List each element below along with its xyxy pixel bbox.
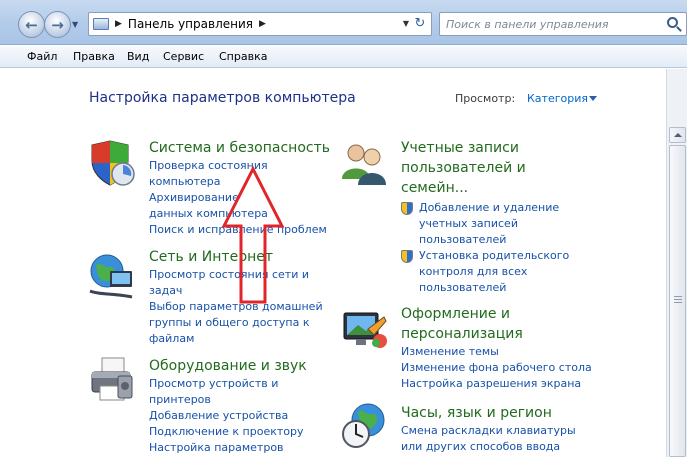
appearance-display-icon[interactable] bbox=[340, 305, 388, 353]
link-change-theme[interactable]: Изменение темы bbox=[401, 344, 601, 360]
search-icon[interactable] bbox=[667, 17, 678, 28]
clock-globe-icon[interactable] bbox=[340, 402, 388, 450]
system-security-shield-icon[interactable] bbox=[88, 139, 136, 187]
annotation-arrow-icon bbox=[221, 166, 285, 304]
category-appearance: Оформление и персонализация Изменение те… bbox=[401, 304, 601, 392]
category-title[interactable]: Оборудование и звук bbox=[149, 356, 339, 376]
refresh-icon[interactable]: ↻ bbox=[412, 16, 428, 32]
category-clock-language-region: Часы, язык и регион Смена раскладки клав… bbox=[401, 403, 601, 455]
recent-pages-dropdown[interactable]: ▼ bbox=[72, 20, 78, 29]
link-settings[interactable]: Настройка параметров bbox=[149, 440, 339, 456]
link-devices-printers[interactable]: Просмотр устройств и принтеров bbox=[149, 376, 284, 408]
vertical-scrollbar[interactable] bbox=[666, 69, 687, 457]
menu-bar: Файл Правка Вид Сервис Справка bbox=[0, 46, 687, 68]
link-add-remove-accounts[interactable]: Добавление и удаление учетных записей по… bbox=[401, 200, 581, 248]
link-label: Добавление и удаление учетных записей по… bbox=[419, 201, 560, 246]
search-input[interactable]: Поиск в панели управления bbox=[439, 12, 687, 36]
scroll-up-button[interactable] bbox=[669, 127, 686, 143]
link-homegroup[interactable]: Выбор параметров домашней группы и общег… bbox=[149, 299, 329, 347]
scroll-thumb[interactable] bbox=[669, 145, 686, 457]
link-screen-resolution[interactable]: Настройка разрешения экрана bbox=[401, 376, 601, 392]
category-hardware-sound: Оборудование и звук Просмотр устройств и… bbox=[149, 356, 339, 456]
breadcrumb-control-panel[interactable]: Панель управления bbox=[128, 17, 253, 31]
network-globe-icon[interactable] bbox=[88, 251, 136, 299]
navigation-bar: ← → ▼ ▶ Панель управления ▶ ▼ ↻ Поиск в … bbox=[0, 0, 687, 45]
back-arrow-icon[interactable]: ← bbox=[18, 11, 45, 38]
category-title[interactable]: Оформление и персонализация bbox=[401, 304, 541, 344]
menu-view[interactable]: Вид bbox=[127, 50, 149, 63]
uac-shield-icon bbox=[401, 202, 413, 215]
printer-icon[interactable] bbox=[88, 356, 136, 404]
category-title[interactable]: Система и безопасность bbox=[149, 138, 339, 158]
link-keyboard-layout[interactable]: Смена раскладки клавиатуры или других сп… bbox=[401, 423, 576, 455]
page-title: Настройка параметров компьютера bbox=[89, 90, 356, 106]
category-user-accounts: Учетные записи пользователей и семейн...… bbox=[401, 138, 581, 296]
menu-edit[interactable]: Правка bbox=[73, 50, 115, 63]
control-panel-icon bbox=[93, 18, 109, 30]
category-title[interactable]: Часы, язык и регион bbox=[401, 403, 601, 423]
menu-help[interactable]: Справка bbox=[219, 50, 267, 63]
grip-line bbox=[674, 302, 682, 303]
link-label: Установка родительского контроля для все… bbox=[419, 249, 570, 294]
forward-arrow-icon[interactable]: → bbox=[44, 11, 71, 38]
grip-line bbox=[674, 299, 682, 300]
link-change-background[interactable]: Изменение фона рабочего стола bbox=[401, 360, 601, 376]
chevron-down-icon[interactable] bbox=[589, 96, 597, 101]
view-label: Просмотр: bbox=[455, 92, 516, 105]
address-history-dropdown[interactable]: ▼ bbox=[403, 19, 409, 28]
control-panel-content: Настройка параметров компьютера Просмотр… bbox=[0, 69, 687, 457]
menu-file[interactable]: Файл bbox=[27, 50, 57, 63]
breadcrumb-chevron[interactable]: ▶ bbox=[259, 19, 266, 29]
menu-tools[interactable]: Сервис bbox=[163, 50, 204, 63]
view-mode-dropdown[interactable]: Категория bbox=[527, 92, 588, 105]
link-parental-controls[interactable]: Установка родительского контроля для все… bbox=[401, 248, 581, 296]
address-bar[interactable]: ▶ Панель управления ▶ ▼ ↻ bbox=[88, 12, 432, 36]
search-placeholder: Поиск в панели управления bbox=[446, 18, 609, 31]
grip-line bbox=[674, 296, 682, 297]
breadcrumb-separator[interactable]: ▶ bbox=[115, 19, 122, 29]
users-icon[interactable] bbox=[340, 139, 388, 187]
uac-shield-icon bbox=[401, 250, 413, 263]
category-title[interactable]: Учетные записи пользователей и семейн... bbox=[401, 138, 541, 198]
link-add-device[interactable]: Добавление устройства bbox=[149, 408, 339, 424]
link-projector[interactable]: Подключение к проектору bbox=[149, 424, 339, 440]
